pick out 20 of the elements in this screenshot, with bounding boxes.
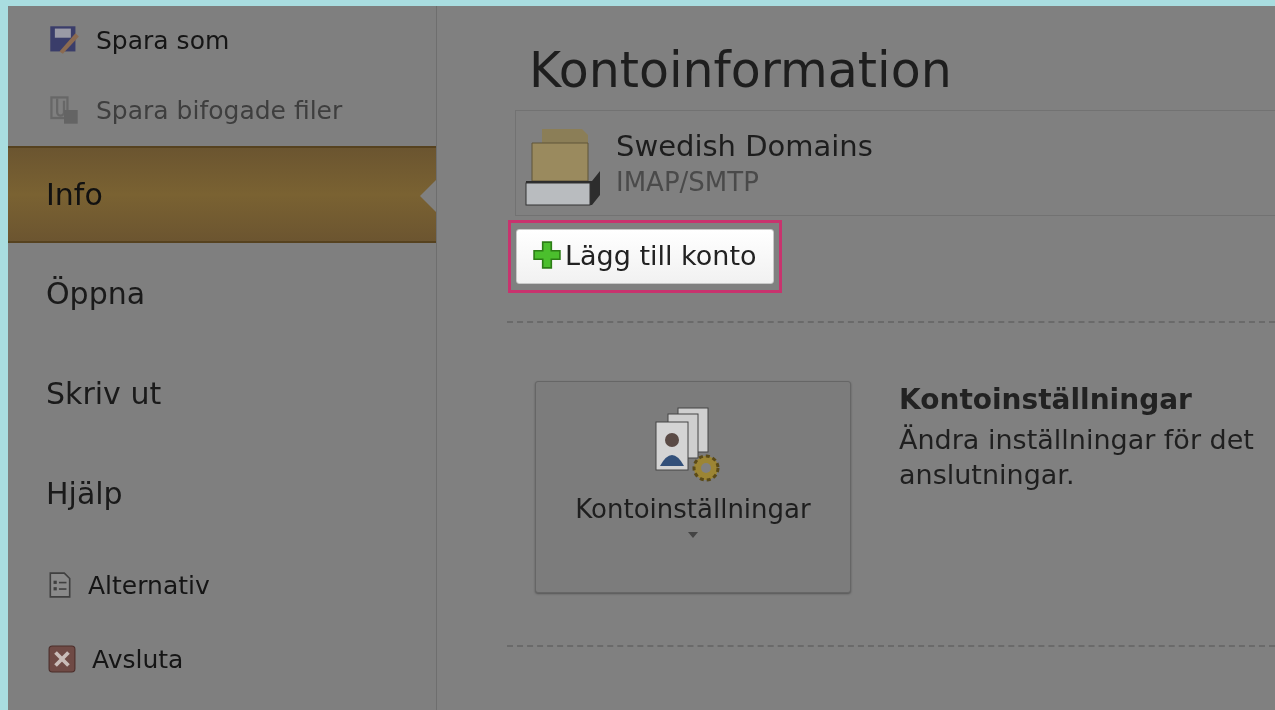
dropdown-caret-icon bbox=[688, 531, 698, 538]
menu-item-label[interactable]: Alternativ bbox=[88, 570, 210, 600]
menu-item-label[interactable]: Spara som bbox=[96, 25, 230, 55]
menu-item-label[interactable]: Avsluta bbox=[92, 644, 184, 674]
account-name: Swedish Domains bbox=[616, 128, 873, 163]
section-description: anslutningar. bbox=[899, 458, 1076, 492]
sidebar-tab[interactable]: Hjälp bbox=[8, 443, 436, 543]
add-account-button[interactable]: Lägg till konto bbox=[516, 228, 774, 284]
document-list-icon bbox=[48, 571, 72, 599]
account-settings-button[interactable]: Kontoinställningar bbox=[535, 380, 851, 593]
section-description: Ändra inställningar för det bbox=[899, 422, 1254, 457]
floppy-pencil-icon bbox=[48, 24, 80, 56]
sidebar-tab[interactable]: Info bbox=[8, 146, 436, 243]
sidebar-tab[interactable]: Skriv ut bbox=[8, 343, 436, 443]
close-icon bbox=[48, 645, 76, 673]
paperclip-document-icon bbox=[48, 94, 80, 126]
page-title: Kontoinformation bbox=[529, 44, 953, 98]
sidebar-tab[interactable]: Öppna bbox=[8, 243, 436, 343]
section-heading: Kontoinställningar bbox=[899, 382, 1193, 416]
plus-icon bbox=[533, 241, 561, 270]
